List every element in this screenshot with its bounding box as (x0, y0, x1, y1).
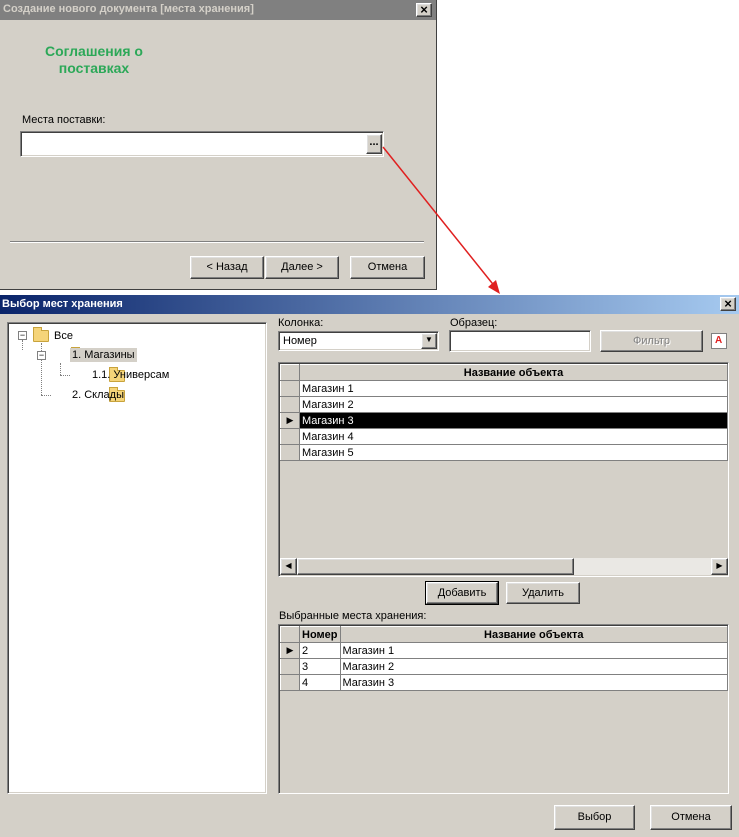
selected-indicator-header (280, 626, 300, 643)
selected-name-header[interactable]: Название объекта (339, 626, 728, 643)
add-button[interactable]: Добавить (425, 581, 499, 605)
table-row[interactable]: ▶ Магазин 3 (280, 412, 728, 429)
next-button[interactable]: Далее > (265, 256, 339, 279)
choose-button[interactable]: Выбор (554, 805, 635, 830)
table-row[interactable]: Магазин 4 (280, 428, 728, 445)
selected-grid[interactable]: Номер Название объекта ▶ 2 Магазин 1 3 Магаз… (278, 624, 729, 794)
remove-button[interactable]: Удалить (506, 582, 580, 604)
row-indicator[interactable] (280, 428, 300, 445)
dialog2-title: Выбор мест хранения (2, 298, 123, 310)
row-indicator[interactable] (280, 396, 300, 413)
object-name-cell[interactable]: Магазин 5 (299, 444, 728, 461)
dialog2-close-button[interactable]: × (720, 297, 736, 311)
storage-tree[interactable]: − Все − 1. Магазины 1.1. Универсам 2. Ск… (7, 322, 267, 794)
horizontal-scrollbar[interactable]: ◀ ▶ (280, 558, 728, 575)
tree-item-warehouses[interactable]: 2. Склады (72, 389, 124, 401)
object-name-header[interactable]: Название объекта (299, 364, 728, 381)
number-header[interactable]: Номер (299, 626, 341, 643)
table-row[interactable]: 4 Магазин 3 (280, 674, 728, 691)
scroll-thumb[interactable] (297, 558, 574, 575)
scroll-right-icon[interactable]: ▶ (711, 558, 728, 575)
tree-item-all[interactable]: Все (54, 330, 73, 342)
selected-places-label: Выбранные места хранения: (279, 610, 427, 622)
scroll-left-icon[interactable]: ◀ (280, 558, 297, 575)
dialog1-titlebar: Создание нового документа [места хранени… (0, 0, 436, 20)
number-cell[interactable]: 4 (299, 674, 341, 691)
dialog1-title: Создание нового документа [места хранени… (3, 3, 254, 15)
object-name-cell[interactable]: Магазин 1 (299, 380, 728, 397)
object-name-cell[interactable]: Магазин 3 (299, 412, 728, 429)
objects-grid[interactable]: Название объекта Магазин 1 Магазин 2 ▶ Мага… (278, 362, 729, 577)
row-indicator[interactable] (280, 444, 300, 461)
objects-table: Название объекта Магазин 1 Магазин 2 ▶ Мага… (280, 364, 728, 461)
heading-line-2: поставках (58, 60, 130, 76)
cancel-button[interactable]: Отмена (350, 256, 425, 279)
storage-selection-dialog: Выбор мест хранения × − Все − 1. Магазин… (0, 295, 739, 837)
number-cell[interactable]: 3 (299, 658, 341, 675)
expand-stores-icon[interactable]: − (37, 351, 46, 360)
row-pointer-icon[interactable]: ▶ (280, 412, 300, 429)
sample-label: Образец: (450, 317, 498, 329)
selected-name-cell[interactable]: Магазин 1 (339, 642, 728, 659)
filter-button[interactable]: Фильтр (600, 330, 703, 352)
indicator-header (280, 364, 300, 381)
selected-table: Номер Название объекта ▶ 2 Магазин 1 3 Магаз… (280, 626, 728, 691)
dialog1-close-button[interactable]: × (416, 3, 432, 17)
dialog1-heading: Соглашения о поставках (0, 43, 188, 77)
object-name-cell[interactable]: Магазин 4 (299, 428, 728, 445)
tree-item-supermarket[interactable]: 1.1. Универсам (92, 369, 169, 381)
close-icon: × (724, 296, 732, 311)
number-cell[interactable]: 2 (299, 642, 341, 659)
selected-name-cell[interactable]: Магазин 3 (339, 674, 728, 691)
sample-input[interactable] (449, 330, 591, 352)
selected-name-cell[interactable]: Магазин 2 (339, 658, 728, 675)
dialog2-cancel-button[interactable]: Отмена (650, 805, 732, 830)
browse-button[interactable]: ... (366, 134, 382, 154)
delivery-places-label: Места поставки: (22, 114, 106, 126)
column-select-value: Номер (283, 335, 317, 347)
back-button[interactable]: < Назад (190, 256, 264, 279)
column-select[interactable]: Номер ▼ (278, 331, 439, 351)
column-label: Колонка: (278, 317, 324, 329)
font-color-icon[interactable]: A (711, 333, 727, 349)
row-indicator[interactable] (280, 674, 300, 691)
row-pointer-icon[interactable]: ▶ (280, 642, 300, 659)
table-row[interactable]: Магазин 5 (280, 444, 728, 461)
tree-item-stores[interactable]: 1. Магазины (70, 348, 137, 362)
delivery-places-input[interactable] (20, 131, 384, 157)
expand-root-icon[interactable]: − (18, 331, 27, 340)
heading-line-1: Соглашения о (45, 43, 143, 59)
row-indicator[interactable] (280, 658, 300, 675)
folder-icon (33, 327, 49, 343)
row-indicator[interactable] (280, 380, 300, 397)
table-row[interactable]: Магазин 1 (280, 380, 728, 397)
dialog1-separator (10, 241, 424, 243)
table-row[interactable]: 3 Магазин 2 (280, 658, 728, 675)
table-row[interactable]: Магазин 2 (280, 396, 728, 413)
chevron-down-icon[interactable]: ▼ (421, 333, 437, 349)
object-name-cell[interactable]: Магазин 2 (299, 396, 728, 413)
close-icon: × (420, 2, 428, 17)
ellipsis-icon: ... (369, 136, 379, 148)
font-color-glyph: A (715, 335, 723, 346)
table-row[interactable]: ▶ 2 Магазин 1 (280, 642, 728, 659)
dialog2-titlebar: Выбор мест хранения × (0, 295, 739, 314)
new-document-dialog: Создание нового документа [места хранени… (0, 0, 437, 290)
